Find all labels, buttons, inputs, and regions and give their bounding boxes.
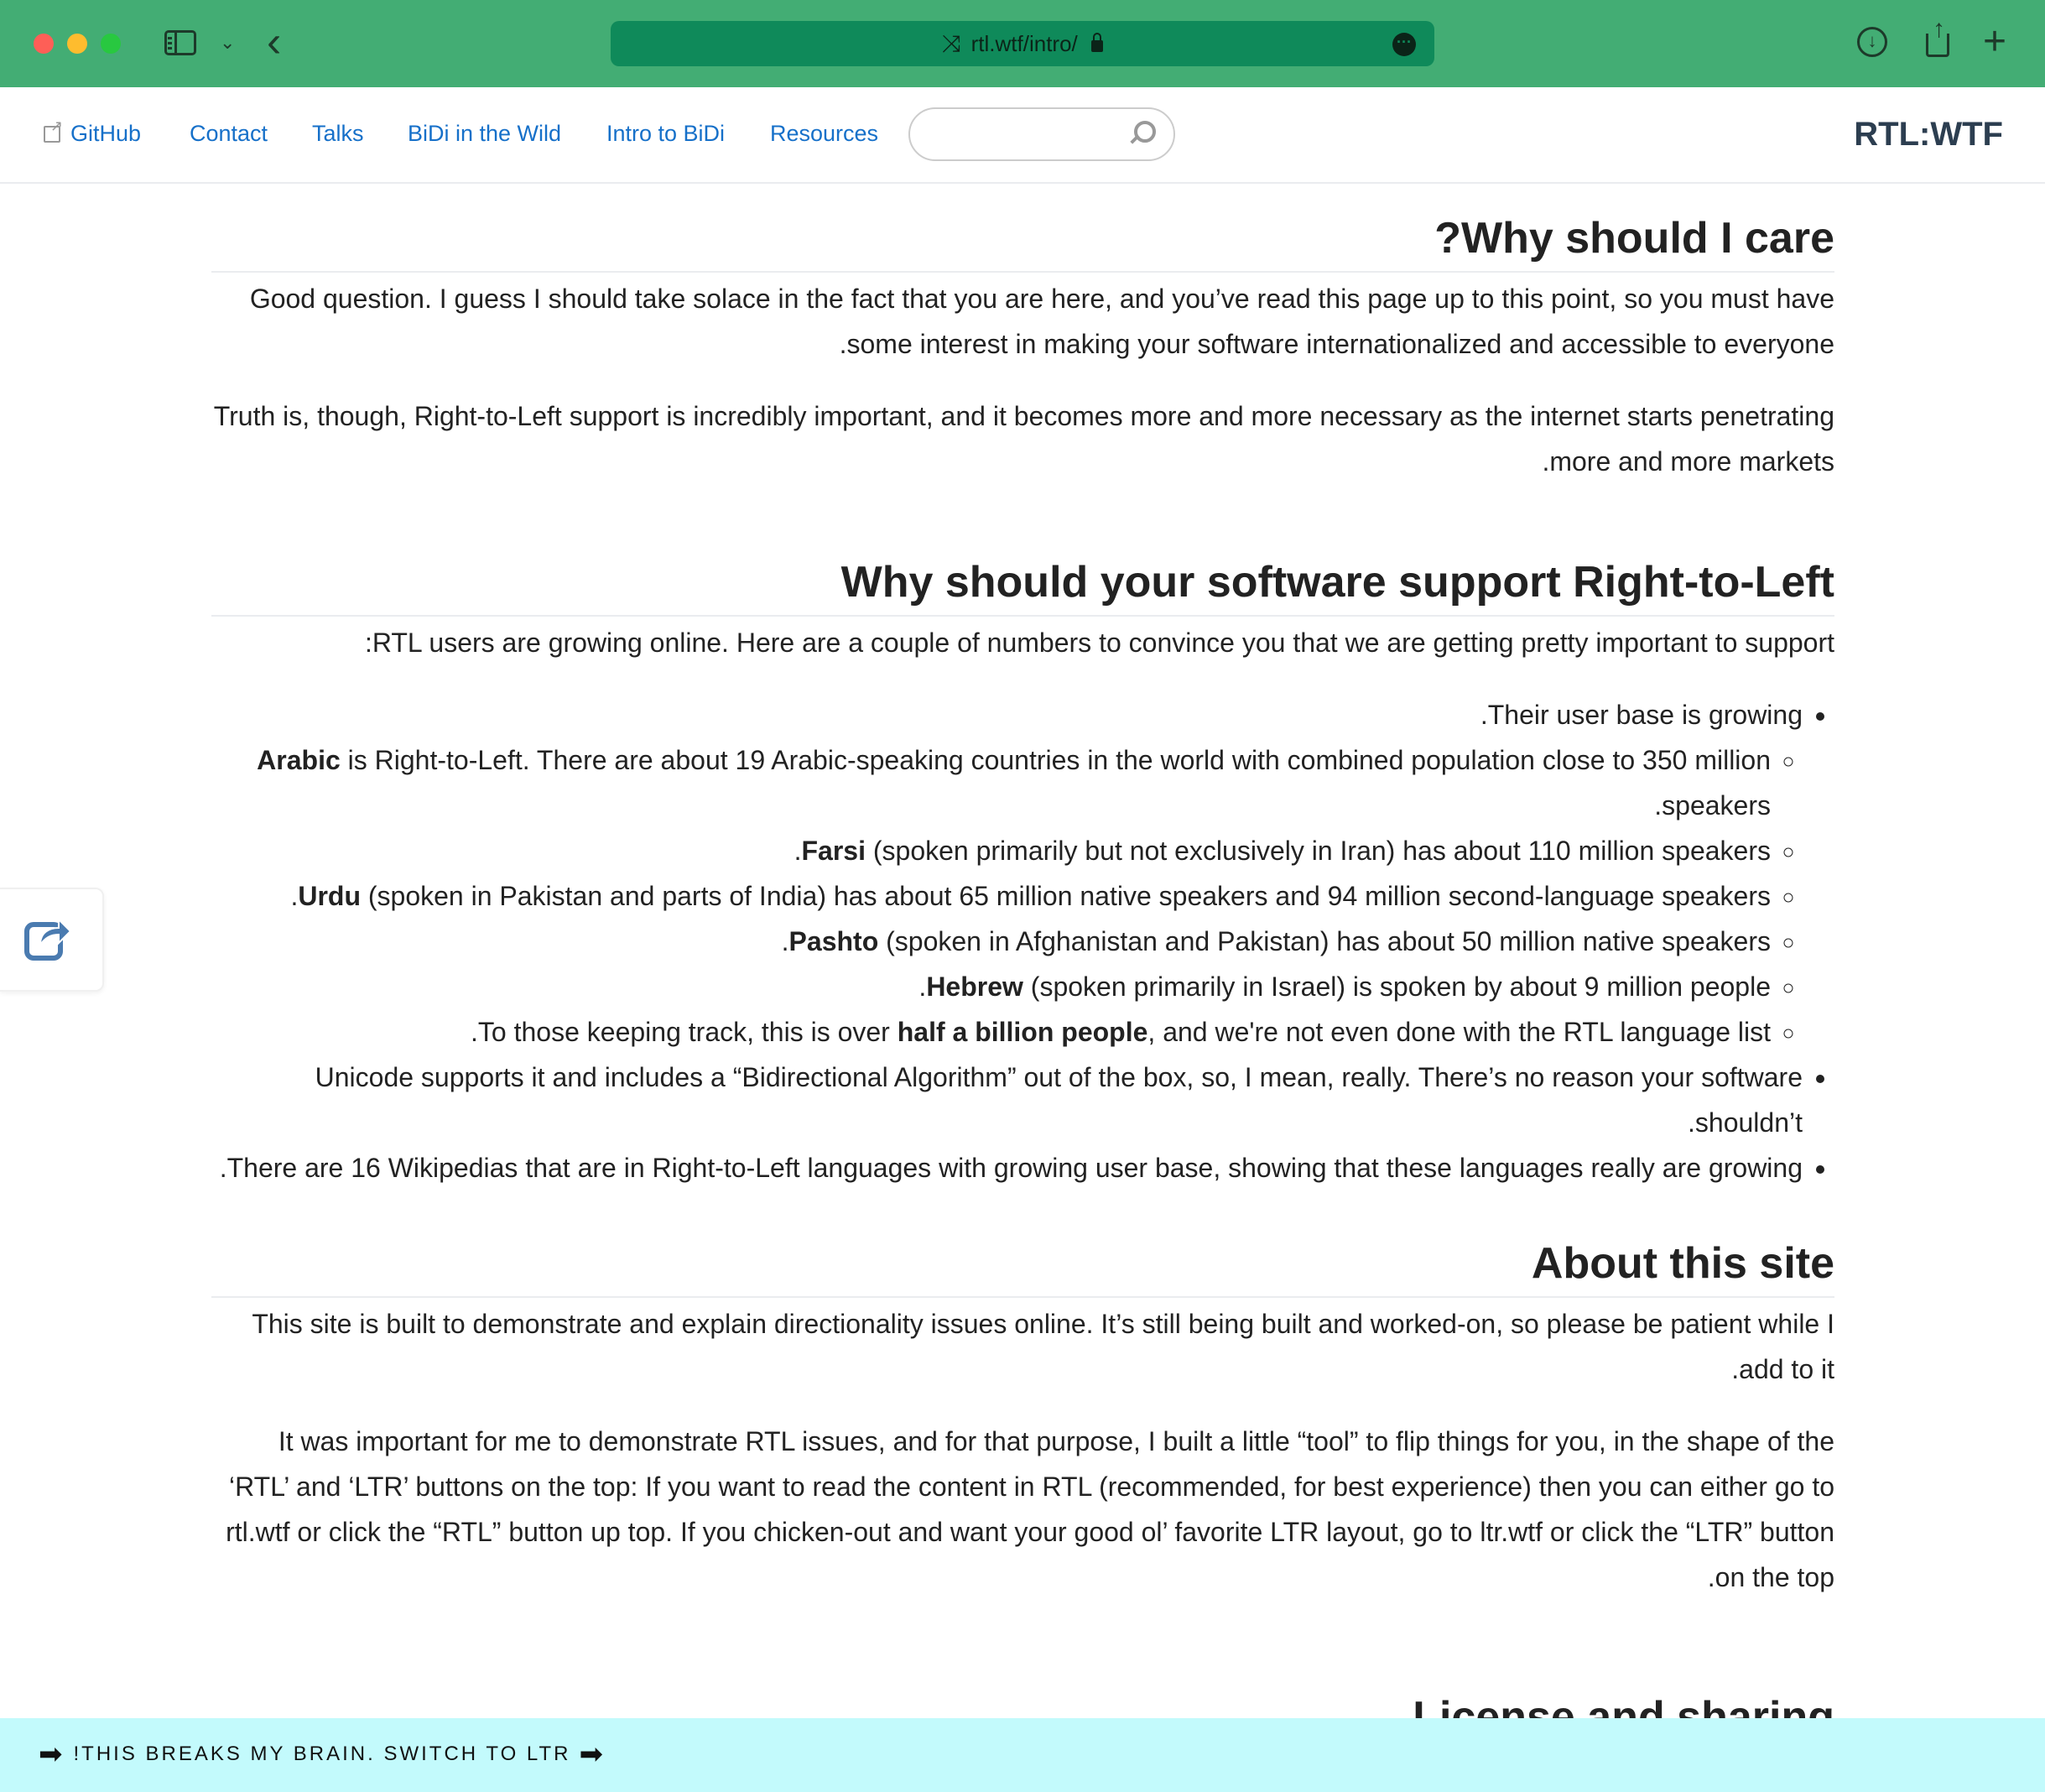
language-name: Farsi	[801, 836, 866, 866]
more-icon[interactable]: ···	[1392, 33, 1416, 56]
list-item: Urdu (spoken in Pakistan and parts of In…	[211, 873, 1771, 919]
zoom-window-button[interactable]	[101, 34, 121, 54]
sidebar-toggle-icon[interactable]	[164, 30, 196, 55]
url-text: rtl.wtf/intro/	[970, 30, 1078, 56]
new-tab-icon[interactable]: +	[1983, 18, 2006, 65]
list-item-text: Their user base is growing.	[1480, 700, 1803, 730]
heading-license-sharing: License and sharing	[211, 1690, 1834, 1718]
shuffle-icon: ⤨	[942, 29, 961, 56]
heading-why-support-rtl: Why should your software support Right-t…	[211, 553, 1834, 617]
list-item: Hebrew (spoken primarily in Israel) is s…	[211, 964, 1771, 1009]
heading-about-site: About this site	[211, 1234, 1834, 1298]
address-bar[interactable]: ⤨ rtl.wtf/intro/ ···	[611, 21, 1434, 66]
nav-link-github[interactable]: GitHub	[70, 121, 141, 147]
nav-link-talks[interactable]: Talks	[312, 121, 364, 147]
back-arrow-icon[interactable]: ‹	[267, 18, 281, 65]
arrow-right-icon: ➡	[39, 1738, 65, 1770]
nav-link-intro-to-bidi[interactable]: Intro to BiDi	[606, 121, 725, 147]
list-item-text: To those keeping track, this is over	[477, 1017, 898, 1047]
list-item-text: Unicode supports it and includes a “Bidi…	[315, 1062, 1803, 1138]
switch-direction-bar[interactable]: ➡ THIS BREAKS MY BRAIN. SWITCH TO LTR! ➡	[0, 1718, 2045, 1792]
list-item: To those keeping track, this is over hal…	[211, 1009, 1771, 1055]
search-icon[interactable]	[1134, 121, 1156, 143]
switch-to-ltr-label[interactable]: THIS BREAKS MY BRAIN. SWITCH TO LTR!	[74, 1743, 571, 1766]
heading-text: License and sharing	[1413, 1693, 1834, 1718]
paragraph: Good question. I guess I should take sol…	[249, 284, 1834, 359]
site-title[interactable]: RTL:WTF	[1854, 116, 2003, 154]
list-item-text: (spoken primarily in Israel) is spoken b…	[918, 972, 1771, 1002]
emphasis: half a billion people	[897, 1017, 1148, 1047]
minimize-window-button[interactable]	[67, 34, 87, 54]
arrow-right-icon: ➡	[579, 1738, 606, 1770]
list-item: Pashto (spoken in Afghanistan and Pakist…	[211, 919, 1771, 964]
list-item-text: There are 16 Wikipedias that are in Righ…	[219, 1153, 1803, 1183]
nav-link-contact[interactable]: Contact	[190, 121, 268, 147]
heading-why-care: Why should I care?	[211, 209, 1834, 273]
browser-toolbar: ⌄ ‹ ⤨ rtl.wtf/intro/ ··· ↓ ↑ +	[0, 0, 2045, 87]
language-name: Pashto	[788, 926, 879, 956]
download-icon[interactable]: ↓	[1857, 27, 1887, 57]
language-name: Arabic	[257, 745, 341, 775]
paragraph: RTL users are growing online. Here are a…	[364, 628, 1834, 658]
share-arrow-icon: ↑	[1933, 15, 1945, 43]
list-item: Unicode supports it and includes a “Bidi…	[211, 1055, 1803, 1145]
nav-link-resources[interactable]: Resources	[770, 121, 878, 147]
list-item-text: (spoken in Afghanistan and Pakistan) has…	[781, 926, 1771, 956]
list-item: Their user base is growing. Arabic is Ri…	[211, 692, 1803, 1055]
list-item: There are 16 Wikipedias that are in Righ…	[211, 1145, 1803, 1190]
floating-share-button[interactable]	[0, 888, 104, 992]
bullet-list: Their user base is growing. Arabic is Ri…	[211, 692, 1834, 1190]
close-window-button[interactable]	[34, 34, 54, 54]
language-name: Hebrew	[926, 972, 1023, 1002]
paragraph: This site is built to demonstrate and ex…	[252, 1309, 1834, 1384]
list-item-text: is Right-to-Left. There are about 19 Ara…	[340, 745, 1771, 820]
paragraph: Truth is, though, Right-to-Left support …	[213, 401, 1834, 477]
chevron-down-icon[interactable]: ⌄	[220, 32, 235, 54]
list-item: Farsi (spoken primarily but not exclusiv…	[211, 828, 1771, 873]
share-icon	[24, 917, 72, 961]
paragraph: It was important for me to demonstrate R…	[226, 1426, 1834, 1592]
nav-link-bidi-in-the-wild[interactable]: BiDi in the Wild	[408, 121, 561, 147]
list-item-text: (spoken in Pakistan and parts of India) …	[290, 881, 1771, 911]
language-name: Urdu	[298, 881, 361, 911]
list-item-text: (spoken primarily but not exclusively in…	[794, 836, 1771, 866]
list-item: Arabic is Right-to-Left. There are about…	[211, 737, 1771, 828]
sub-list: Arabic is Right-to-Left. There are about…	[211, 737, 1803, 1055]
lock-icon	[1090, 33, 1103, 52]
external-link-icon	[44, 117, 63, 143]
main-content: Why should I care? Good question. I gues…	[211, 184, 1834, 1600]
site-navbar: GitHub Contact Talks BiDi in the Wild In…	[0, 87, 2045, 184]
